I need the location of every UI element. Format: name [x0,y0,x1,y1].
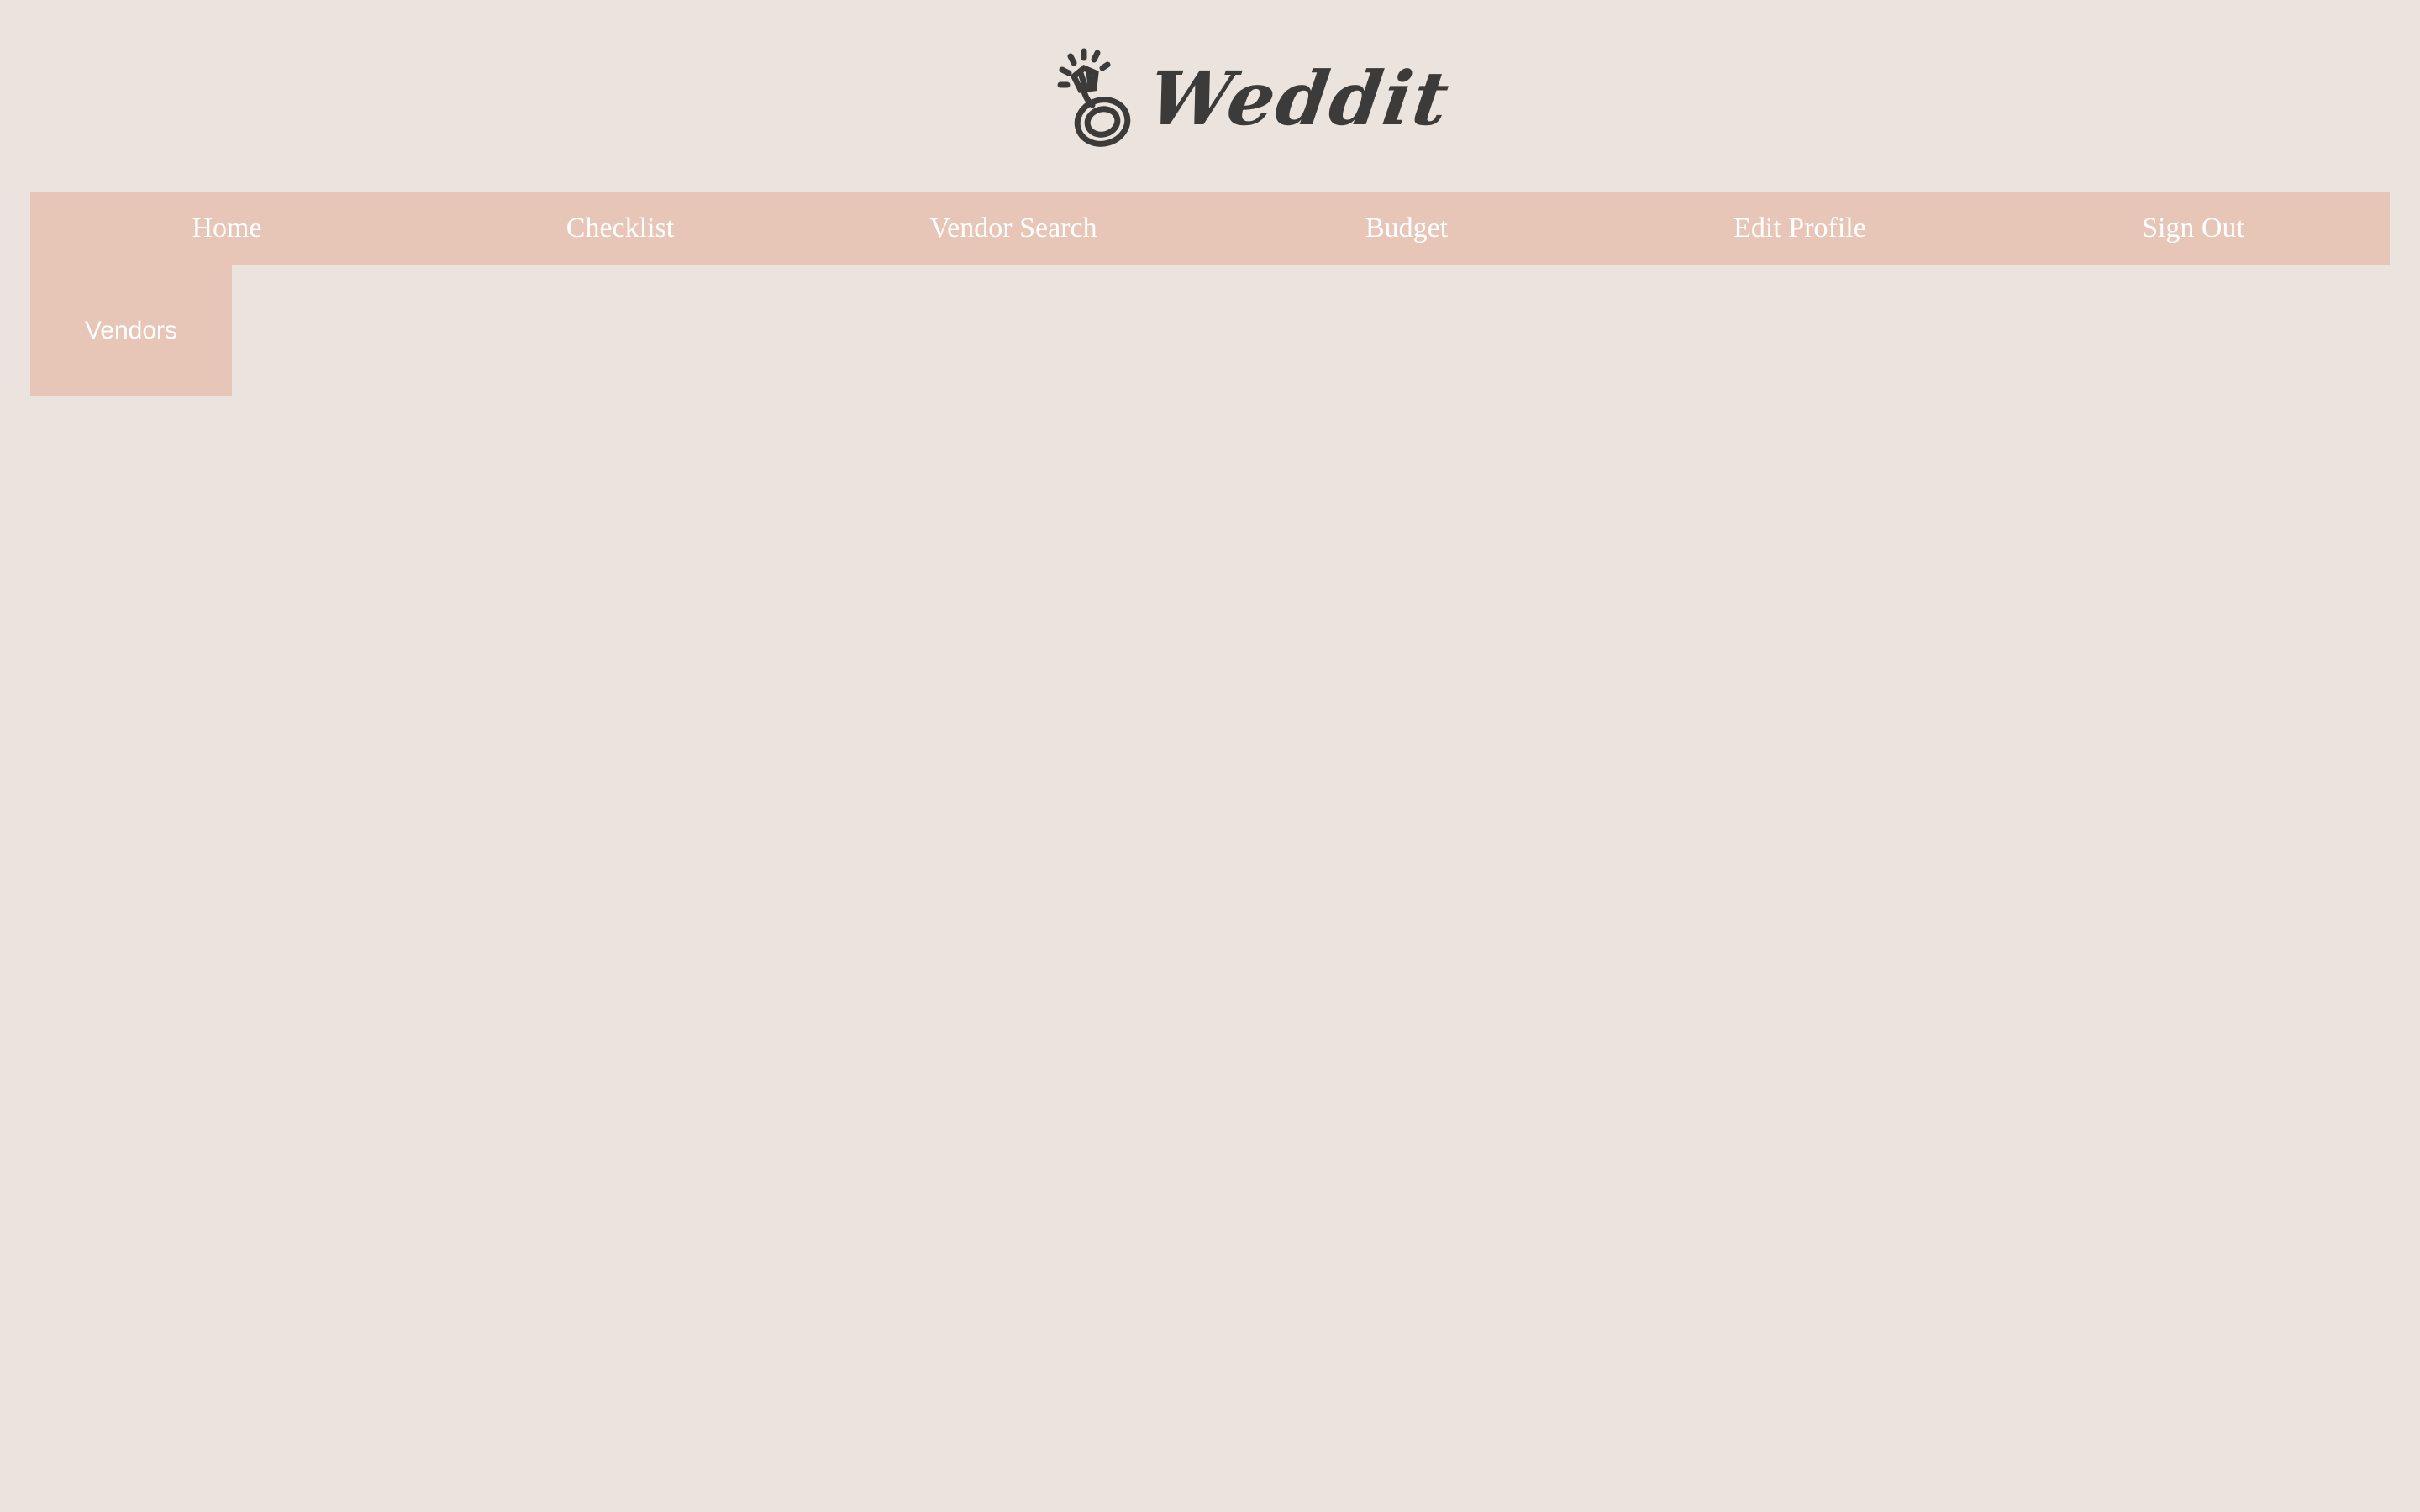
nav-item-checklist[interactable]: Checklist [424,192,817,265]
nav-item-sign-out[interactable]: Sign Out [1996,192,2390,265]
dropdown-item-vendors[interactable]: Vendors [30,265,232,396]
nav-item-vendor-search[interactable]: Vendor Search [817,192,1210,265]
nav-item-budget[interactable]: Budget [1210,192,1603,265]
engagement-ring-icon [1055,46,1139,151]
header: Weddit [0,0,2420,192]
logo[interactable]: Weddit [1055,44,1455,153]
main-navbar: Home Checklist Vendor Search Budget Edit… [30,192,2390,265]
logo-text: Weddit [1143,55,1456,142]
nav-item-home[interactable]: Home [30,192,424,265]
nav-item-edit-profile[interactable]: Edit Profile [1603,192,1996,265]
